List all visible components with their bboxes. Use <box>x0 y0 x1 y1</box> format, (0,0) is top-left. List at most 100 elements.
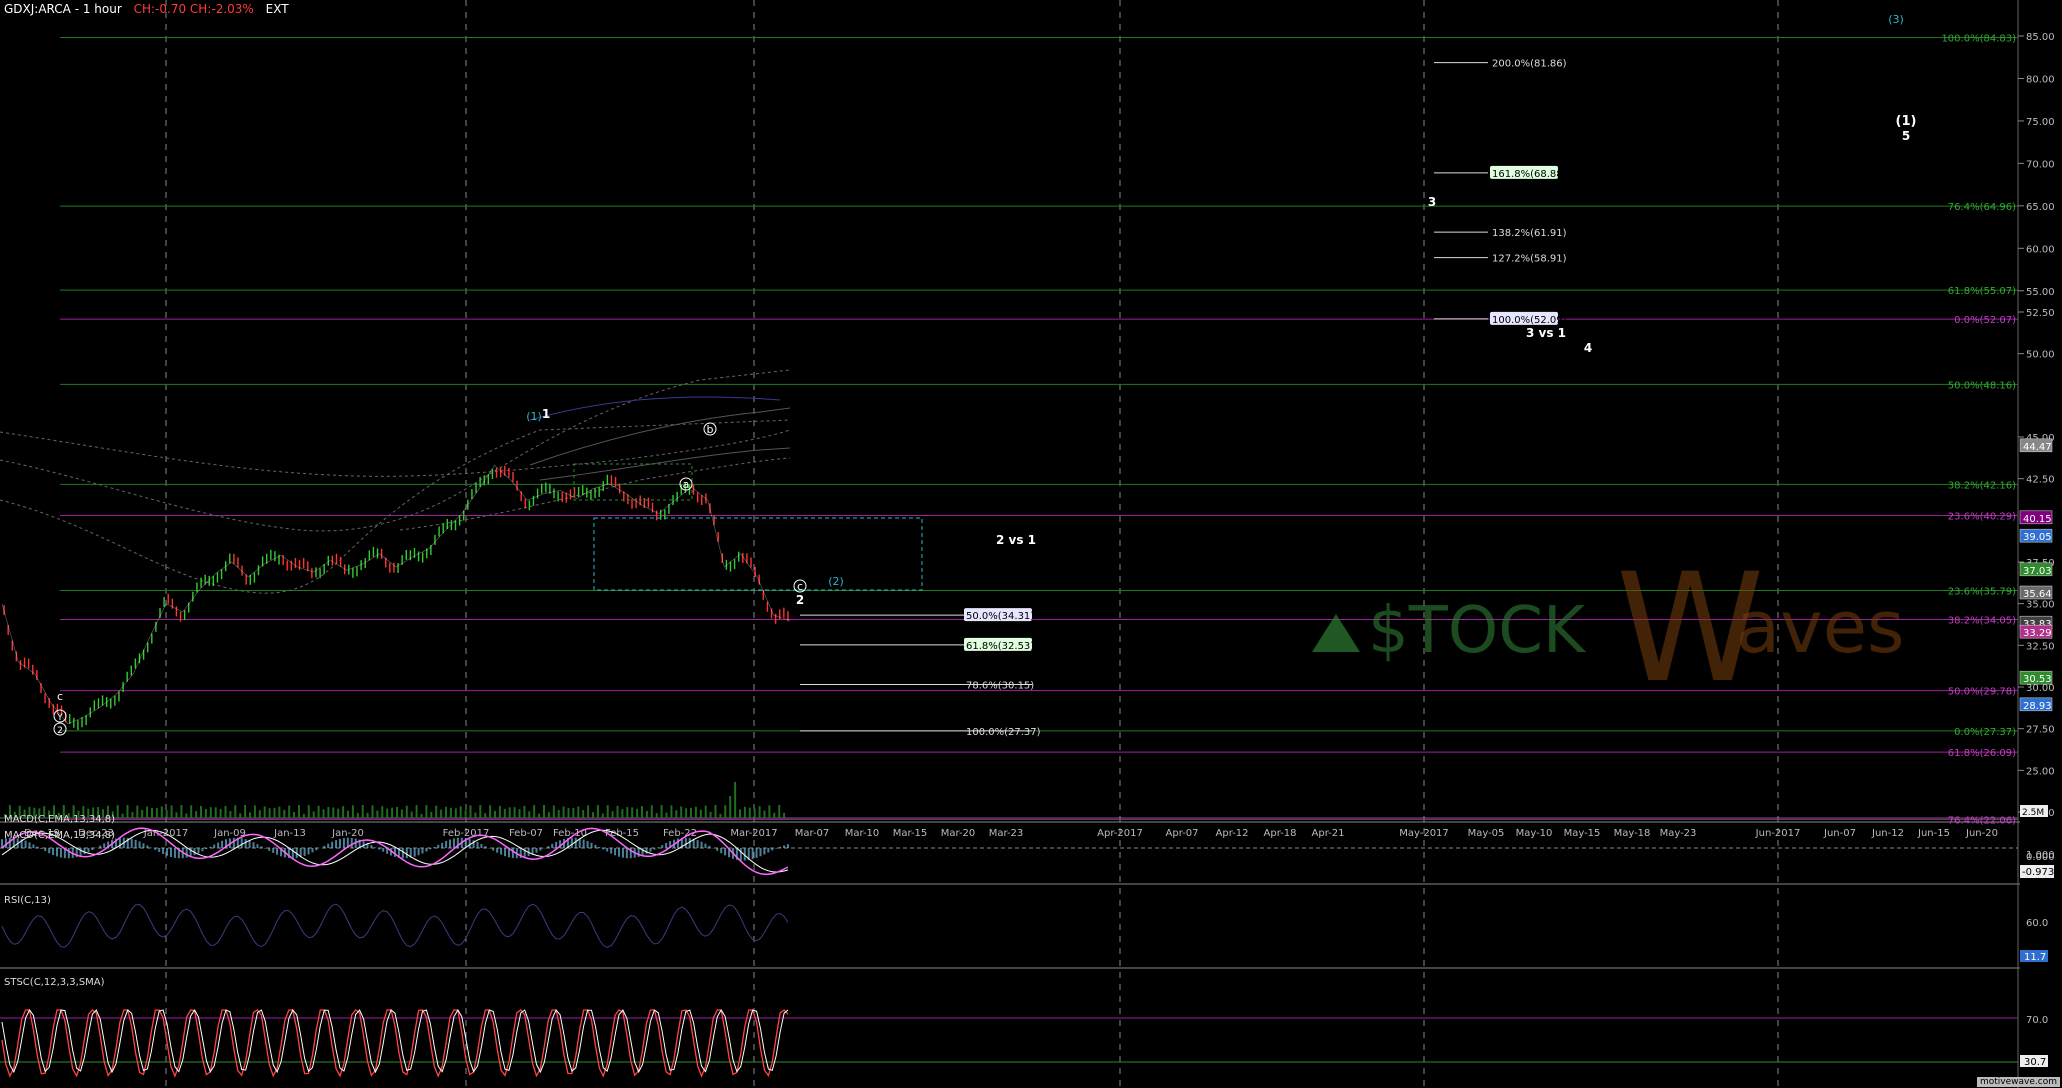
volume-bar <box>479 805 482 818</box>
volume-bar <box>327 806 330 818</box>
volume-bar <box>606 805 609 818</box>
volume-bar <box>484 813 487 818</box>
volume-bar <box>200 805 202 818</box>
volume-bar <box>268 808 271 818</box>
volume-bar <box>533 805 536 818</box>
wave-label: 1 <box>542 407 550 421</box>
y-tick-label: 32.50 <box>2026 641 2055 652</box>
wave-label: 3 vs 1 <box>1526 326 1566 340</box>
wave-label: (1) <box>1896 114 1917 129</box>
x-tick-label: May-2017 <box>1399 828 1449 839</box>
rsi-title: RSI(C,13) <box>4 895 51 906</box>
x-tick-label: Jan-20 <box>331 828 364 839</box>
x-tick-label: May-15 <box>1564 828 1601 839</box>
fib-level-label: 23.6%(35.79) <box>1948 587 2016 598</box>
price-badge-label: 30.53 <box>2023 674 2052 685</box>
volume-bar <box>469 805 472 818</box>
volume-bar <box>675 810 678 818</box>
volume-bar <box>631 807 634 818</box>
fib-level-label: 0.0%(27.37) <box>1954 727 2016 738</box>
fib-level-label: 23.6%(40.29) <box>1948 512 2016 523</box>
price-series-line <box>1 464 791 725</box>
volume-bar <box>283 809 286 818</box>
volume-bar <box>449 807 452 818</box>
volume-bar <box>141 809 144 818</box>
volume-bar <box>645 810 648 818</box>
x-tick-label: Apr-12 <box>1216 828 1249 839</box>
volume-bar <box>317 805 320 818</box>
chart-header: GDXJ:ARCA - 1 hour CH:-0.70 CH:-2.03% EX… <box>4 2 289 16</box>
wave-label: (1) <box>526 410 542 423</box>
volume-bar <box>430 811 433 818</box>
symbol-label: GDXJ:ARCA - 1 hour <box>4 2 122 16</box>
volume-bar <box>366 812 369 818</box>
volume-bar <box>386 808 389 818</box>
volume-bar <box>508 807 511 818</box>
rsi-value-label: 11.7 <box>2024 952 2046 963</box>
volume-bar <box>685 808 688 818</box>
volume-bar <box>562 806 565 818</box>
volume-bar <box>626 807 629 818</box>
volume-bar <box>170 805 173 818</box>
volume-bar <box>160 806 163 818</box>
volume-bar <box>278 806 281 818</box>
volume-bar <box>126 805 129 818</box>
volume-bar <box>351 805 354 818</box>
volume-bar <box>596 805 599 818</box>
wave-label: c <box>797 580 803 593</box>
price-badge-label: 40.15 <box>2023 514 2052 525</box>
volume-bar <box>263 806 266 818</box>
price-badge-label: 39.05 <box>2023 532 2052 543</box>
stoch-title: STSC(C,12,3,3,SMA) <box>4 977 105 988</box>
volume-bar <box>763 810 766 818</box>
volume-bar <box>778 805 781 818</box>
fib-extension-label: 100.0%(27.37) <box>966 727 1041 738</box>
volume-bar <box>734 782 737 818</box>
x-tick-label: Feb-07 <box>509 828 543 839</box>
wave-label: c <box>57 690 63 703</box>
volume-bar <box>131 812 134 818</box>
x-tick-label: Apr-07 <box>1166 828 1199 839</box>
volume-bar <box>190 805 193 818</box>
x-tick-label: Jun-2017 <box>1755 828 1801 839</box>
volume-bar <box>136 805 139 818</box>
volume-bar <box>405 805 408 818</box>
wave-label: (3) <box>1888 13 1904 26</box>
volume-bar <box>523 805 526 818</box>
volume-bar <box>224 805 227 818</box>
volume-bar <box>391 807 394 818</box>
volume-bar <box>312 811 315 818</box>
wave-label: 3 <box>1428 195 1436 209</box>
consolidation-box <box>573 463 693 501</box>
volume-bar <box>410 811 413 818</box>
volume-bar <box>195 811 198 818</box>
moving-average-line <box>0 429 791 477</box>
volume-bar <box>690 807 692 818</box>
watermark-text-2: aves <box>1736 585 1905 669</box>
fib-extension-label: 50.0%(34.31) <box>966 611 1034 622</box>
volume-bar <box>445 806 447 818</box>
volume-bar <box>273 807 276 818</box>
macd-title-2: MACD(C,EMA,13,34,8) <box>4 830 116 841</box>
channel-line <box>529 407 791 466</box>
volume-bar <box>229 811 232 818</box>
volume-bar <box>185 813 188 818</box>
y-tick-label: 27.50 <box>2026 725 2055 736</box>
volume-bar <box>332 807 335 818</box>
y-tick-label: 85.00 <box>2026 32 2055 43</box>
x-tick-label: Feb-2017 <box>443 828 490 839</box>
y-tick-label: 75.00 <box>2026 117 2055 128</box>
price-badge-label: 44.47 <box>2023 442 2052 453</box>
volume-bar <box>435 805 438 818</box>
volume-bar <box>381 806 384 818</box>
price-badge-label: 33.29 <box>2023 628 2052 639</box>
x-tick-label: Mar-07 <box>795 828 830 839</box>
volume-bar <box>611 811 614 818</box>
volume-bar <box>400 809 403 818</box>
volume-bar <box>694 806 697 818</box>
fib-level-label: 76.4%(64.96) <box>1948 202 2016 213</box>
volume-bar <box>420 813 423 818</box>
volume-bar <box>180 805 183 818</box>
volume-bar <box>494 810 496 818</box>
volume-bar <box>337 808 340 818</box>
